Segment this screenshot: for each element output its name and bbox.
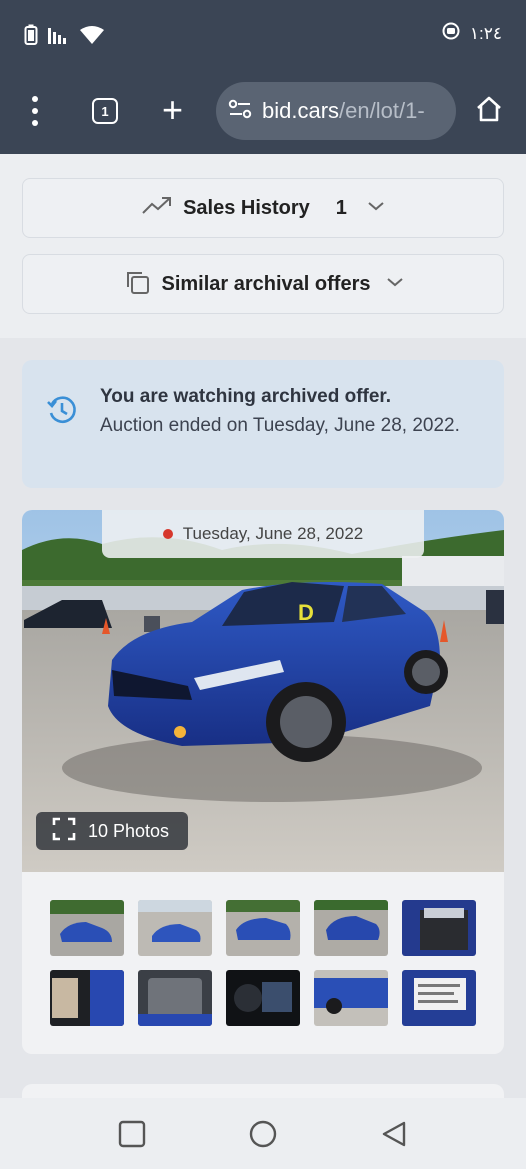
status-bar: ١:٢٤ bbox=[0, 0, 526, 72]
home-circle-icon[interactable] bbox=[249, 1120, 277, 1153]
recents-icon[interactable] bbox=[118, 1120, 146, 1153]
thumbnail[interactable] bbox=[314, 970, 388, 1026]
photos-count-label: 10 Photos bbox=[88, 820, 170, 841]
signal-icon bbox=[48, 26, 70, 49]
battery-icon bbox=[24, 24, 38, 51]
back-icon[interactable] bbox=[380, 1120, 408, 1153]
sales-history-toggle[interactable]: Sales History 1 bbox=[22, 178, 504, 238]
lot-card: D Tuesday, June 28, 2022 10 Photos bbox=[22, 510, 504, 1054]
archived-notice: You are watching archived offer. Auction… bbox=[22, 360, 504, 488]
main-content: You are watching archived offer. Auction… bbox=[0, 338, 526, 1124]
tab-count: 1 bbox=[101, 103, 109, 119]
chevron-down-icon bbox=[386, 275, 404, 293]
thumbnail[interactable] bbox=[402, 970, 476, 1026]
auction-date: Tuesday, June 28, 2022 bbox=[182, 524, 364, 543]
browser-toolbar: 1 + bid.cars/en/lot/1- bbox=[0, 72, 526, 154]
thumbnail[interactable] bbox=[138, 970, 212, 1026]
thumbnail[interactable] bbox=[50, 970, 124, 1026]
history-icon bbox=[46, 394, 78, 431]
thumbnail[interactable] bbox=[402, 900, 476, 956]
thumbnail[interactable] bbox=[226, 900, 300, 956]
url-host: bid.cars bbox=[262, 98, 340, 123]
status-dot bbox=[162, 529, 173, 539]
similar-offers-label: Similar archival offers bbox=[161, 272, 371, 295]
photos-button[interactable]: 10 Photos bbox=[36, 812, 188, 850]
thumbnail-grid bbox=[50, 900, 476, 1026]
data-saver-icon bbox=[442, 22, 460, 45]
clock: ١:٢٤ bbox=[469, 23, 502, 43]
menu-icon[interactable] bbox=[22, 96, 48, 126]
lot-sections: Sales History 1 Similar archival offers bbox=[0, 154, 526, 338]
home-icon[interactable] bbox=[474, 94, 504, 129]
fullscreen-icon bbox=[52, 817, 76, 846]
sales-history-label: Sales History bbox=[183, 196, 310, 219]
similar-offers-toggle[interactable]: Similar archival offers bbox=[22, 254, 504, 314]
auction-date-chip: Tuesday, June 28, 2022 bbox=[102, 510, 424, 558]
wifi-icon bbox=[80, 26, 104, 49]
system-nav-bar bbox=[0, 1098, 526, 1169]
url-path: /en/lot/1- bbox=[339, 98, 425, 123]
thumbnail[interactable] bbox=[138, 900, 212, 956]
main-photo[interactable]: D Tuesday, June 28, 2022 10 Photos bbox=[22, 510, 504, 872]
tabs-icon[interactable]: 1 bbox=[92, 98, 118, 124]
thumbnail[interactable] bbox=[50, 900, 124, 956]
chevron-down-icon bbox=[367, 199, 385, 217]
trending-up-icon bbox=[141, 195, 173, 222]
sales-history-count: 1 bbox=[335, 196, 347, 219]
address-bar[interactable]: bid.cars/en/lot/1- bbox=[216, 82, 456, 140]
thumbnail[interactable] bbox=[314, 900, 388, 956]
notice-title: You are watching archived offer. bbox=[100, 386, 392, 407]
thumbnail[interactable] bbox=[226, 970, 300, 1026]
new-tab-icon[interactable]: + bbox=[162, 92, 183, 128]
copy-icon bbox=[122, 267, 152, 302]
notice-body: Auction ended on Tuesday, June 28, 2022. bbox=[100, 415, 460, 436]
windshield-mark: D bbox=[298, 600, 314, 625]
site-settings-icon[interactable] bbox=[228, 97, 252, 126]
